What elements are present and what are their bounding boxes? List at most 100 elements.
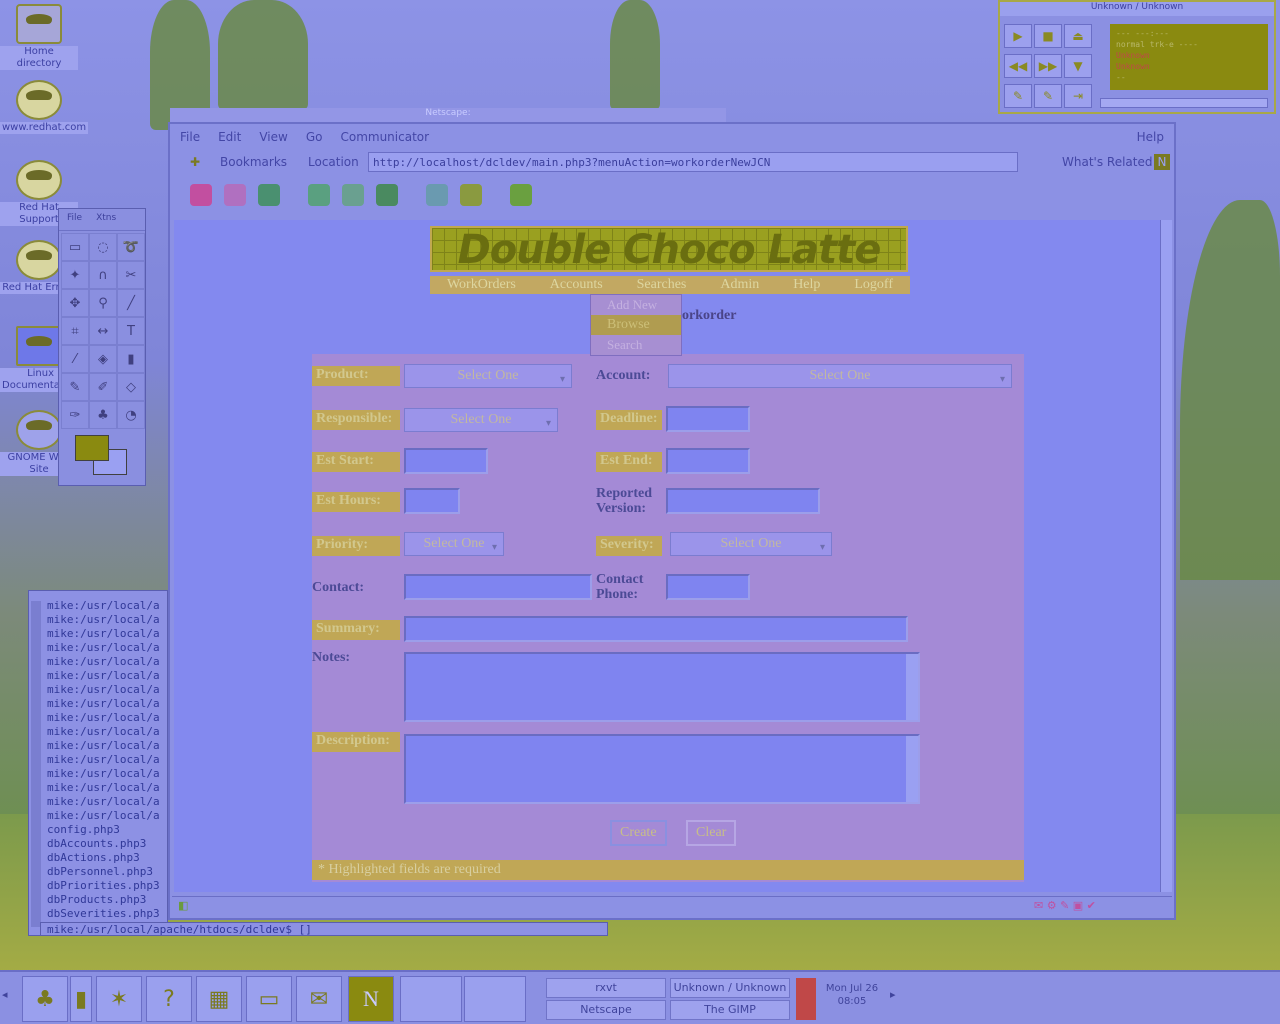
launcher-netscape-icon[interactable]: N (348, 976, 394, 1022)
eject-icon[interactable]: ⏏ (1064, 24, 1092, 48)
dropdown-add-new[interactable]: Add New (591, 295, 681, 315)
task-rxvt[interactable]: rxvt (546, 978, 666, 998)
launcher-terminal-icon[interactable]: ▮ (70, 976, 92, 1022)
menu-edit[interactable]: Edit (218, 130, 241, 144)
responsible-select[interactable]: Select One ▾ (404, 408, 558, 432)
play-icon[interactable]: ▶ (1004, 24, 1032, 48)
notes-scrollbar[interactable] (906, 654, 918, 720)
bucket-fill-icon[interactable]: ◈ (89, 345, 117, 373)
menu-communicator[interactable]: Communicator (340, 130, 429, 144)
gimp-menu-file[interactable]: File (67, 213, 82, 226)
nav-accounts[interactable]: Accounts (550, 277, 603, 293)
bookmarks-icon[interactable]: ✚ (190, 155, 200, 169)
whats-related-button[interactable]: What's Related (1062, 155, 1152, 169)
previous-icon[interactable]: ◀◀ (1004, 54, 1032, 78)
dropdown-search[interactable]: Search (591, 335, 681, 355)
pencil-icon[interactable]: ✎ (61, 373, 89, 401)
home-icon[interactable] (308, 184, 330, 206)
rect-select-icon[interactable]: ▭ (61, 233, 89, 261)
ellipse-select-icon[interactable]: ◌ (89, 233, 117, 261)
menu-go[interactable]: Go (306, 130, 323, 144)
page-scrollbar[interactable] (1160, 220, 1172, 892)
panel-hide-right-icon[interactable]: ▸ (890, 988, 896, 1001)
bookmarks-button[interactable]: Bookmarks (220, 155, 287, 169)
priority-select[interactable]: Select One ▾ (404, 532, 504, 556)
menu-help[interactable]: Help (1137, 130, 1164, 144)
home-directory-icon[interactable]: Home directory (0, 4, 78, 70)
reported-version-input[interactable] (666, 488, 820, 514)
stop-icon[interactable]: ■ (1034, 24, 1062, 48)
description-textarea[interactable] (404, 734, 920, 804)
dropdown-browse[interactable]: Browse (591, 315, 681, 335)
search-icon[interactable] (342, 184, 364, 206)
back-icon[interactable] (190, 184, 212, 206)
mail-status-icon[interactable] (796, 978, 816, 1020)
magic-wand-icon[interactable]: ✦ (61, 261, 89, 289)
security-lock-icon[interactable]: ◧ (178, 899, 188, 912)
est-start-input[interactable] (404, 448, 488, 474)
shop-icon[interactable] (510, 184, 532, 206)
crop-icon[interactable]: ⌗ (61, 317, 89, 345)
security-icon[interactable] (460, 184, 482, 206)
bezier-icon[interactable]: ∩ (89, 261, 117, 289)
brush-icon[interactable]: ✐ (89, 373, 117, 401)
deadline-input[interactable] (666, 406, 750, 432)
smudge-icon[interactable]: ◔ (117, 401, 145, 429)
est-hours-input[interactable] (404, 488, 460, 514)
task-netscape[interactable]: Netscape (546, 1000, 666, 1020)
gnome-foot-menu-icon[interactable]: ♣ (22, 976, 68, 1022)
nav-admin[interactable]: Admin (720, 277, 759, 293)
zoom-icon[interactable]: ⚲ (89, 289, 117, 317)
launcher-files-icon[interactable]: ▦ (196, 976, 242, 1022)
move-icon[interactable]: ✥ (61, 289, 89, 317)
pager-empty[interactable] (400, 976, 462, 1022)
airbrush-icon[interactable]: ✑ (61, 401, 89, 429)
severity-select[interactable]: Select One ▾ (670, 532, 832, 556)
redhat-web-icon[interactable]: www.redhat.com (0, 80, 89, 134)
contact-phone-input[interactable] (666, 574, 750, 600)
est-end-input[interactable] (666, 448, 750, 474)
launcher-mail-icon[interactable]: ✉ (296, 976, 342, 1022)
nav-workorders[interactable]: WorkOrders (447, 277, 516, 293)
component-bar-icon[interactable]: ✉ ⚙ ✎ ▣ ✔ (1034, 899, 1096, 912)
nav-help[interactable]: Help (793, 277, 820, 293)
launcher-help-icon[interactable]: ? (146, 976, 192, 1022)
reload-icon[interactable] (258, 184, 280, 206)
text-icon[interactable]: T (117, 317, 145, 345)
pager-desktop[interactable] (464, 976, 526, 1022)
panel-clock[interactable]: Mon Jul 26 08:05 (820, 982, 884, 1008)
forward-icon[interactable] (224, 184, 246, 206)
clear-button[interactable]: Clear (686, 820, 737, 846)
task-gimp[interactable]: The GIMP (670, 1000, 790, 1020)
equalizer-icon[interactable]: ✎ (1034, 84, 1062, 108)
summary-input[interactable] (404, 616, 908, 642)
gradient-icon[interactable]: ▮ (117, 345, 145, 373)
terminal-scrollbar[interactable] (31, 601, 41, 927)
launcher-gimp-icon[interactable]: ✶ (96, 976, 142, 1022)
clone-icon[interactable]: ♣ (89, 401, 117, 429)
menu-down-icon[interactable]: ▼ (1064, 54, 1092, 78)
netscape-title-bar[interactable]: Netscape: (170, 108, 726, 122)
task-xmms[interactable]: Unknown / Unknown (670, 978, 790, 998)
nav-logoff[interactable]: Logoff (854, 277, 893, 293)
playlist-icon[interactable]: ✎ (1004, 84, 1032, 108)
nav-searches[interactable]: Searches (637, 277, 687, 293)
xmms-seek-bar[interactable] (1100, 98, 1268, 108)
launcher-monitor-icon[interactable]: ▭ (246, 976, 292, 1022)
next-icon[interactable]: ▶▶ (1034, 54, 1062, 78)
create-button[interactable]: Create (610, 820, 667, 846)
color-picker-icon[interactable]: ⁄ (61, 345, 89, 373)
description-scrollbar[interactable] (906, 736, 918, 802)
flip-icon[interactable]: ↔ (89, 317, 117, 345)
eraser-icon[interactable]: ◇ (117, 373, 145, 401)
exit-icon[interactable]: ⇥ (1064, 84, 1092, 108)
url-input[interactable]: http://localhost/dcldev/main.php3?menuAc… (368, 152, 1018, 172)
contact-input[interactable] (404, 574, 592, 600)
foreground-color-swatch[interactable] (75, 435, 109, 461)
netscape-guide-icon[interactable] (376, 184, 398, 206)
gimp-menu-xtns[interactable]: Xtns (96, 213, 116, 226)
menu-view[interactable]: View (259, 130, 287, 144)
notes-textarea[interactable] (404, 652, 920, 722)
pencil-line-icon[interactable]: ╱ (117, 289, 145, 317)
product-select[interactable]: Select One ▾ (404, 364, 572, 388)
